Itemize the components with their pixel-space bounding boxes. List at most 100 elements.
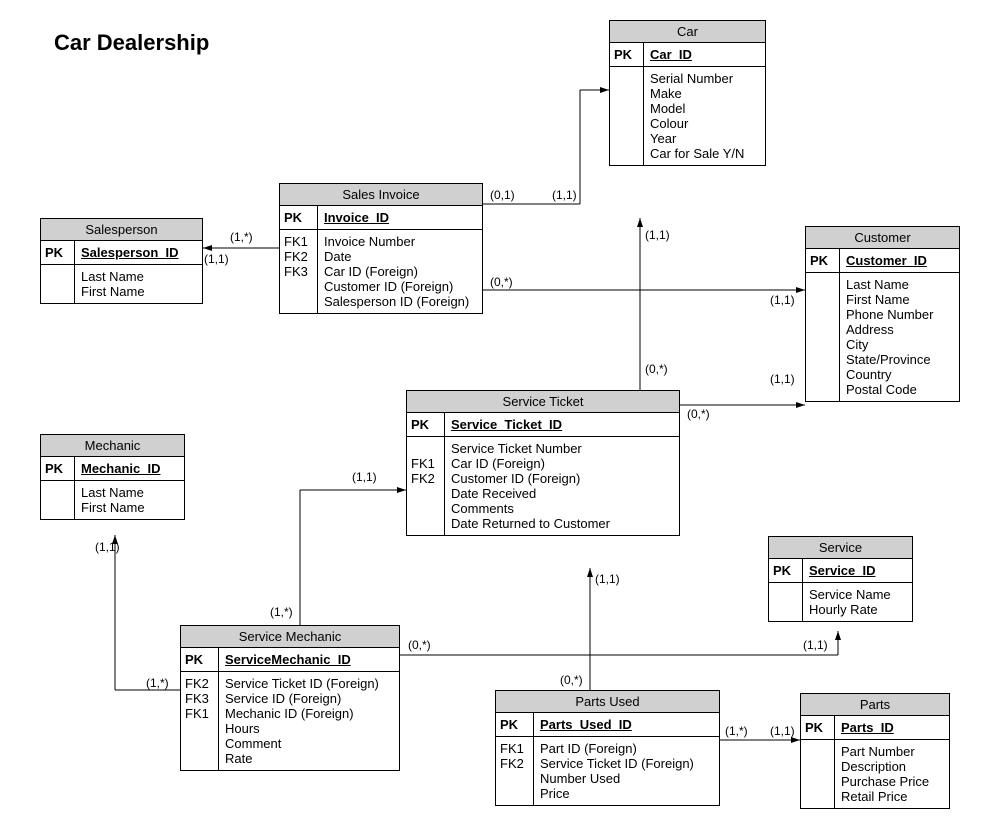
pk-label: PK bbox=[773, 563, 798, 578]
card-sm-mech-b: (1,1) bbox=[95, 540, 120, 554]
card-si-car-a: (0,1) bbox=[490, 188, 515, 202]
entity-car: Car PK Car_ID Serial Number Make Model C… bbox=[609, 20, 766, 166]
fk-label: FK1 bbox=[284, 234, 313, 249]
attr: Service Name bbox=[809, 587, 906, 602]
entity-salesinvoice: Sales Invoice PK Invoice_ID FK1 FK2 FK3 … bbox=[279, 183, 483, 314]
fk-label: FK2 bbox=[185, 676, 214, 691]
card-car-st: (1,1) bbox=[645, 228, 670, 242]
attr: Car ID (Foreign) bbox=[451, 456, 673, 471]
pk-value: Mechanic_ID bbox=[81, 461, 160, 476]
entity-salesperson: Salesperson PK Salesperson_ID Last Name … bbox=[40, 218, 203, 304]
pk-label: PK bbox=[805, 720, 830, 735]
card-pu-st-a: (0,*) bbox=[560, 673, 583, 687]
attr: State/Province bbox=[846, 352, 953, 367]
attr: Hourly Rate bbox=[809, 602, 906, 617]
attr: Comments bbox=[451, 501, 673, 516]
pk-label: PK bbox=[500, 717, 529, 732]
attr: Description bbox=[841, 759, 943, 774]
attr: Service Ticket ID (Foreign) bbox=[540, 756, 713, 771]
attr: Last Name bbox=[846, 277, 953, 292]
fk-label: FK2 bbox=[411, 471, 440, 486]
attr: Mechanic ID (Foreign) bbox=[225, 706, 393, 721]
entity-partsused: Parts Used PK Parts_Used_ID FK1 FK2 Part… bbox=[495, 690, 720, 806]
attr: First Name bbox=[846, 292, 953, 307]
attr: Invoice Number bbox=[324, 234, 476, 249]
entity-parts: Parts PK Parts_ID Part Number Descriptio… bbox=[800, 693, 950, 809]
pk-value: Salesperson_ID bbox=[81, 245, 179, 260]
entity-header: Salesperson bbox=[41, 219, 202, 241]
attr: Purchase Price bbox=[841, 774, 943, 789]
entity-header: Service Mechanic bbox=[181, 626, 399, 648]
fk-label: FK1 bbox=[500, 741, 529, 756]
attr: Phone Number bbox=[846, 307, 953, 322]
attr: Retail Price bbox=[841, 789, 943, 804]
attr: Comment bbox=[225, 736, 393, 751]
pk-label: PK bbox=[284, 210, 313, 225]
attr: Model bbox=[650, 101, 759, 116]
attr: Make bbox=[650, 86, 759, 101]
card-sm-st-a: (1,*) bbox=[270, 605, 293, 619]
attr: Car ID (Foreign) bbox=[324, 264, 476, 279]
card-sm-st-b: (1,1) bbox=[352, 470, 377, 484]
attr: First Name bbox=[81, 284, 196, 299]
card-sm-svc-a: (0,*) bbox=[408, 638, 431, 652]
attr: Customer ID (Foreign) bbox=[324, 279, 476, 294]
attr: Country bbox=[846, 367, 953, 382]
fk-label: FK1 bbox=[185, 706, 214, 721]
card-si-car-b: (1,1) bbox=[552, 188, 577, 202]
attr: Date Received bbox=[451, 486, 673, 501]
pk-value: Customer_ID bbox=[846, 253, 927, 268]
attr: Last Name bbox=[81, 269, 196, 284]
card-si-sp-b: (1,1) bbox=[204, 252, 229, 266]
attr: Colour bbox=[650, 116, 759, 131]
attr: Service Ticket ID (Foreign) bbox=[225, 676, 393, 691]
attr: Price bbox=[540, 786, 713, 801]
entity-header: Sales Invoice bbox=[280, 184, 482, 206]
entity-mechanic: Mechanic PK Mechanic_ID Last Name First … bbox=[40, 434, 185, 520]
pk-value: Invoice_ID bbox=[324, 210, 389, 225]
entity-header: Service bbox=[769, 537, 912, 559]
card-st-car: (0,*) bbox=[645, 362, 668, 376]
pk-value: Service_Ticket_ID bbox=[451, 417, 562, 432]
card-pu-p-a: (1,*) bbox=[725, 724, 748, 738]
entity-header: Parts bbox=[801, 694, 949, 716]
pk-value: Service_ID bbox=[809, 563, 876, 578]
entity-header: Car bbox=[610, 21, 765, 43]
entity-serviceticket: Service Ticket PK Service_Ticket_ID FK1 … bbox=[406, 390, 680, 536]
entity-header: Mechanic bbox=[41, 435, 184, 457]
entity-service: Service PK Service_ID Service Name Hourl… bbox=[768, 536, 913, 622]
entity-customer: Customer PK Customer_ID Last Name First … bbox=[805, 226, 960, 402]
card-st-cust-a: (0,*) bbox=[687, 407, 710, 421]
card-sm-mech-a: (1,*) bbox=[146, 676, 169, 690]
pk-label: PK bbox=[45, 245, 70, 260]
attr: Date bbox=[324, 249, 476, 264]
attr: Number Used bbox=[540, 771, 713, 786]
pk-label: PK bbox=[810, 253, 835, 268]
pk-value: ServiceMechanic_ID bbox=[225, 652, 351, 667]
attr: First Name bbox=[81, 500, 178, 515]
entity-header: Customer bbox=[806, 227, 959, 249]
card-si-sp-a: (1,*) bbox=[230, 230, 253, 244]
card-si-cust-b: (1,1) bbox=[770, 293, 795, 307]
pk-label: PK bbox=[185, 652, 214, 667]
attr: Part Number bbox=[841, 744, 943, 759]
fk-label: FK3 bbox=[185, 691, 214, 706]
fk-label: FK2 bbox=[284, 249, 313, 264]
card-sm-svc-b: (1,1) bbox=[803, 638, 828, 652]
fk-label: FK1 bbox=[411, 456, 440, 471]
pk-value: Car_ID bbox=[650, 47, 692, 62]
attr: Salesperson ID (Foreign) bbox=[324, 294, 476, 309]
attr: Address bbox=[846, 322, 953, 337]
attr: Year bbox=[650, 131, 759, 146]
attr: Customer ID (Foreign) bbox=[451, 471, 673, 486]
entity-header: Parts Used bbox=[496, 691, 719, 713]
fk-label bbox=[411, 441, 440, 456]
card-pu-st-b: (1,1) bbox=[595, 572, 620, 586]
card-pu-p-b: (1,1) bbox=[770, 724, 795, 738]
attr: Service Ticket Number bbox=[451, 441, 673, 456]
attr: Date Returned to Customer bbox=[451, 516, 673, 531]
pk-value: Parts_Used_ID bbox=[540, 717, 632, 732]
fk-label: FK3 bbox=[284, 264, 313, 279]
attr: Rate bbox=[225, 751, 393, 766]
fk-label: FK2 bbox=[500, 756, 529, 771]
